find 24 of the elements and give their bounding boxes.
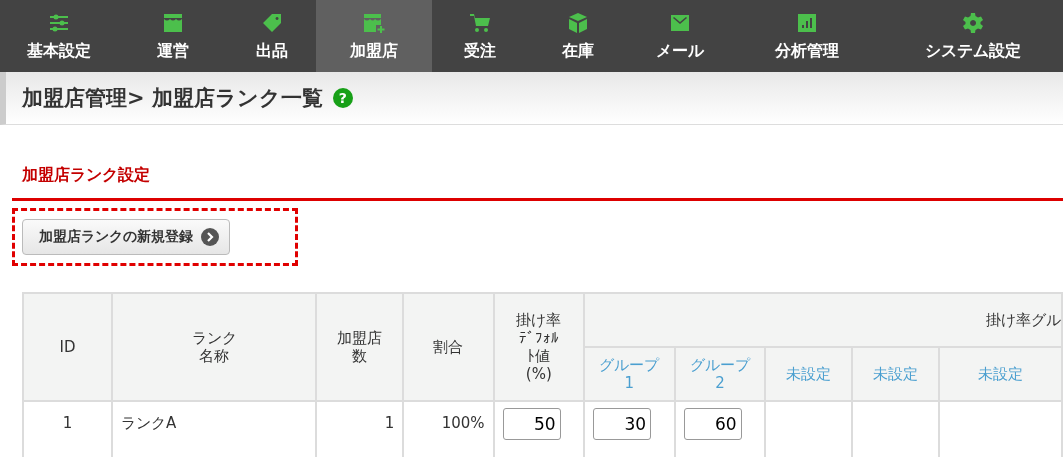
input-field[interactable]: 30 (593, 408, 652, 440)
column-header: ランク名称 (190, 329, 238, 365)
box-icon (566, 10, 590, 35)
nav-tab[interactable]: 加盟店 (316, 0, 432, 72)
nav-tab[interactable]: 受注 (432, 0, 528, 72)
gear-icon (960, 10, 985, 35)
nav-tab[interactable]: 在庫 (528, 0, 628, 72)
nav-tab[interactable]: 分析管理 (732, 0, 882, 72)
column-header: 加盟店数 (336, 329, 384, 365)
column-header: ID (59, 338, 76, 356)
nav-tab[interactable]: 出品 (228, 0, 316, 72)
nav-tab[interactable]: システム設定 (882, 0, 1063, 72)
nav-tab[interactable]: メール (628, 0, 732, 72)
nav-tab[interactable]: 運営 (118, 0, 228, 72)
nav-tab[interactable]: 基本設定 (0, 0, 118, 72)
input-field[interactable]: 60 (683, 408, 742, 440)
section-heading: 加盟店ランク設定 (22, 165, 151, 186)
column-header: 掛け率グル (584, 293, 1062, 347)
column-header: 割合 (433, 338, 464, 356)
new-rank-button[interactable]: 加盟店ランクの新規登録 (22, 219, 230, 255)
input-field[interactable]: 50 (502, 408, 561, 440)
table-cell: 1 (23, 401, 113, 457)
column-header: 掛け率ﾃﾞﾌｫﾙﾄ値(%) (515, 311, 563, 383)
page-title: 加盟店管理> 加盟店ランク一覧 (22, 85, 323, 112)
